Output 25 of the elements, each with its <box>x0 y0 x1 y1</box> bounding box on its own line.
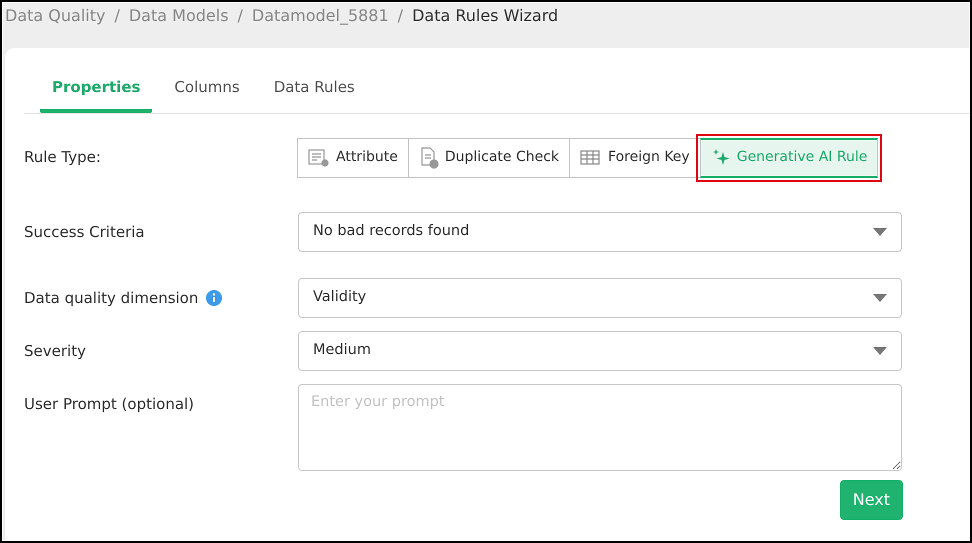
dropdown-field[interactable]: Validity <box>298 278 902 318</box>
rule-type-button[interactable]: Attribute <box>297 138 409 178</box>
breadcrumb-separator: / <box>238 5 243 27</box>
tab[interactable]: Columns <box>162 72 252 112</box>
field-label: Severity <box>24 340 86 362</box>
table-icon <box>580 148 602 166</box>
field-label: Rule Type: <box>24 147 102 168</box>
tab[interactable]: Data Rules <box>262 72 367 112</box>
caret-icon <box>873 228 887 236</box>
breadcrumb-current: Data Rules Wizard <box>412 5 558 27</box>
dropdown-field[interactable]: No bad records found <box>298 212 902 252</box>
info-icon[interactable] <box>206 290 222 306</box>
dropdown-field[interactable]: Medium <box>298 330 902 370</box>
document-check-icon <box>418 146 439 168</box>
prompt-field[interactable]: Enter your prompt <box>298 384 902 470</box>
list-gear-icon <box>308 148 330 168</box>
breadcrumb-separator: / <box>114 5 120 27</box>
field-label: User Prompt (optional) <box>24 394 194 414</box>
field-label: Data quality dimension <box>24 288 198 308</box>
breadcrumb-separator: / <box>398 5 404 27</box>
rule-type-button[interactable]: Foreign Key <box>569 138 701 178</box>
rule-type-button[interactable]: Duplicate Check <box>408 138 570 178</box>
field-label: Success Criteria <box>24 222 145 242</box>
caret-icon <box>873 294 887 302</box>
caret-icon <box>873 346 887 354</box>
